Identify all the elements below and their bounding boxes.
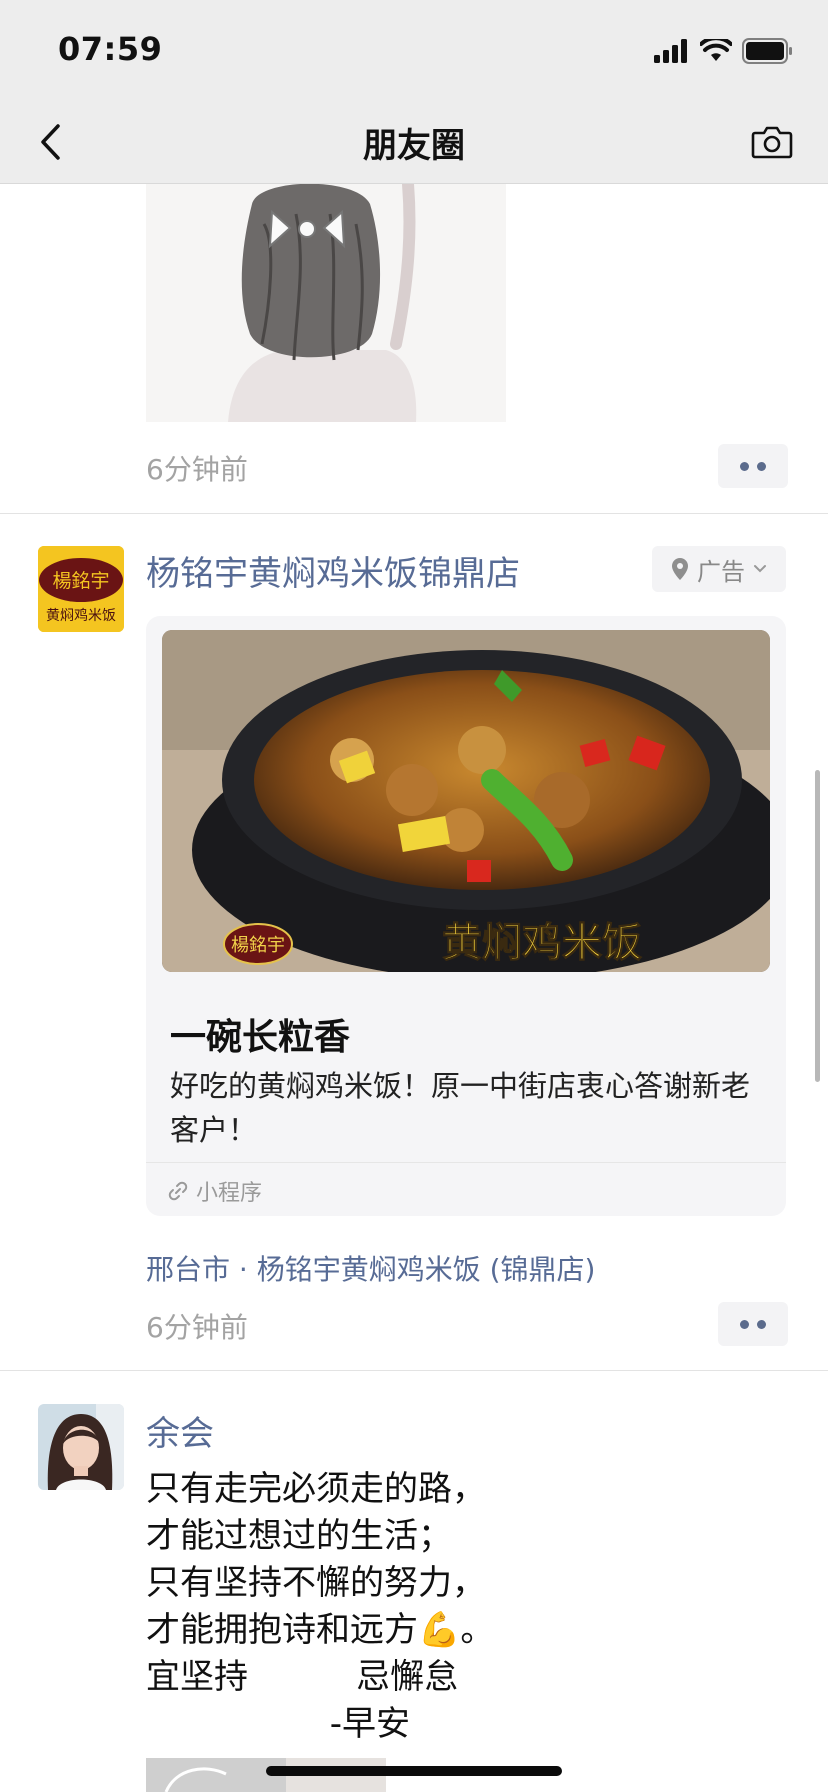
- post-more-button[interactable]: [718, 1302, 788, 1346]
- svg-text:黄焖鸡米饭: 黄焖鸡米饭: [442, 920, 642, 966]
- signal-icon: [654, 39, 687, 63]
- more-dots-icon: [740, 461, 749, 471]
- post-divider: [0, 513, 828, 514]
- post-location[interactable]: 邢台市 · 杨铭宇黄焖鸡米饭 (锦鼎店): [146, 1248, 595, 1288]
- post-author[interactable]: 杨铭宇黄焖鸡米饭锦鼎店: [146, 546, 520, 595]
- status-time: 07:59: [58, 30, 163, 68]
- chevron-down-icon: [754, 565, 766, 573]
- food-photo: 楊銘宇 黄焖鸡米饭: [162, 630, 770, 972]
- svg-text:黄焖鸡米饭: 黄焖鸡米饭: [46, 607, 116, 624]
- svg-text:楊銘宇: 楊銘宇: [52, 570, 109, 592]
- ad-card[interactable]: 楊銘宇 黄焖鸡米饭 一碗长粒香 好吃的黄焖鸡米饭！原一中街店衷心答谢新老客户！ …: [146, 616, 786, 1216]
- card-divider: [146, 1162, 786, 1163]
- ad-label: 广告: [697, 557, 745, 586]
- post-more-button[interactable]: [718, 444, 788, 488]
- avatar[interactable]: [38, 1404, 124, 1490]
- ad-image[interactable]: 楊銘宇 黄焖鸡米饭: [162, 630, 770, 972]
- camera-button[interactable]: [744, 114, 800, 170]
- mini-program-source: 小程序: [168, 1176, 262, 1206]
- ad-title: 一碗长粒香: [170, 1017, 351, 1058]
- page-title: 朋友圈: [363, 126, 465, 166]
- battery-icon: [742, 38, 792, 64]
- more-dots-icon: [740, 1319, 749, 1329]
- post-author[interactable]: 余会: [146, 1406, 214, 1455]
- moments-feed[interactable]: 6分钟前 楊銘宇 黄焖鸡米饭 杨铭宇黄焖鸡米饭锦鼎店 广告 楊銘宇 黄焖鸡米饭 …: [0, 184, 828, 1792]
- post-time: 6分钟前: [146, 1311, 248, 1344]
- top-bar: 07:59 朋友圈: [0, 0, 828, 184]
- location-pin-icon: [672, 558, 688, 580]
- camera-icon: [751, 126, 793, 159]
- wifi-icon: [700, 39, 732, 61]
- status-icons: [654, 36, 794, 66]
- ad-label-button[interactable]: 广告: [652, 546, 786, 592]
- post-time: 6分钟前: [146, 453, 248, 486]
- ad-description: 好吃的黄焖鸡米饭！原一中街店衷心答谢新老客户！: [170, 1069, 751, 1147]
- nav-bar: 朋友圈: [0, 100, 828, 184]
- status-bar: 07:59: [0, 0, 828, 100]
- post-photo[interactable]: [146, 184, 506, 422]
- svg-text:楊銘宇: 楊銘宇: [231, 935, 285, 956]
- girl-illustration: [146, 184, 506, 422]
- home-indicator[interactable]: [266, 1766, 562, 1776]
- scrollbar[interactable]: [815, 770, 820, 1082]
- mini-program-label: 小程序: [196, 1181, 263, 1206]
- link-icon: [168, 1181, 188, 1201]
- post-divider: [0, 1370, 828, 1371]
- post-text: 只有走完必须走的路， 才能过想过的生活； 只有坚持不懈的努力， 才能拥抱诗和远方…: [146, 1469, 495, 1744]
- avatar[interactable]: 楊銘宇 黄焖鸡米饭: [38, 546, 124, 632]
